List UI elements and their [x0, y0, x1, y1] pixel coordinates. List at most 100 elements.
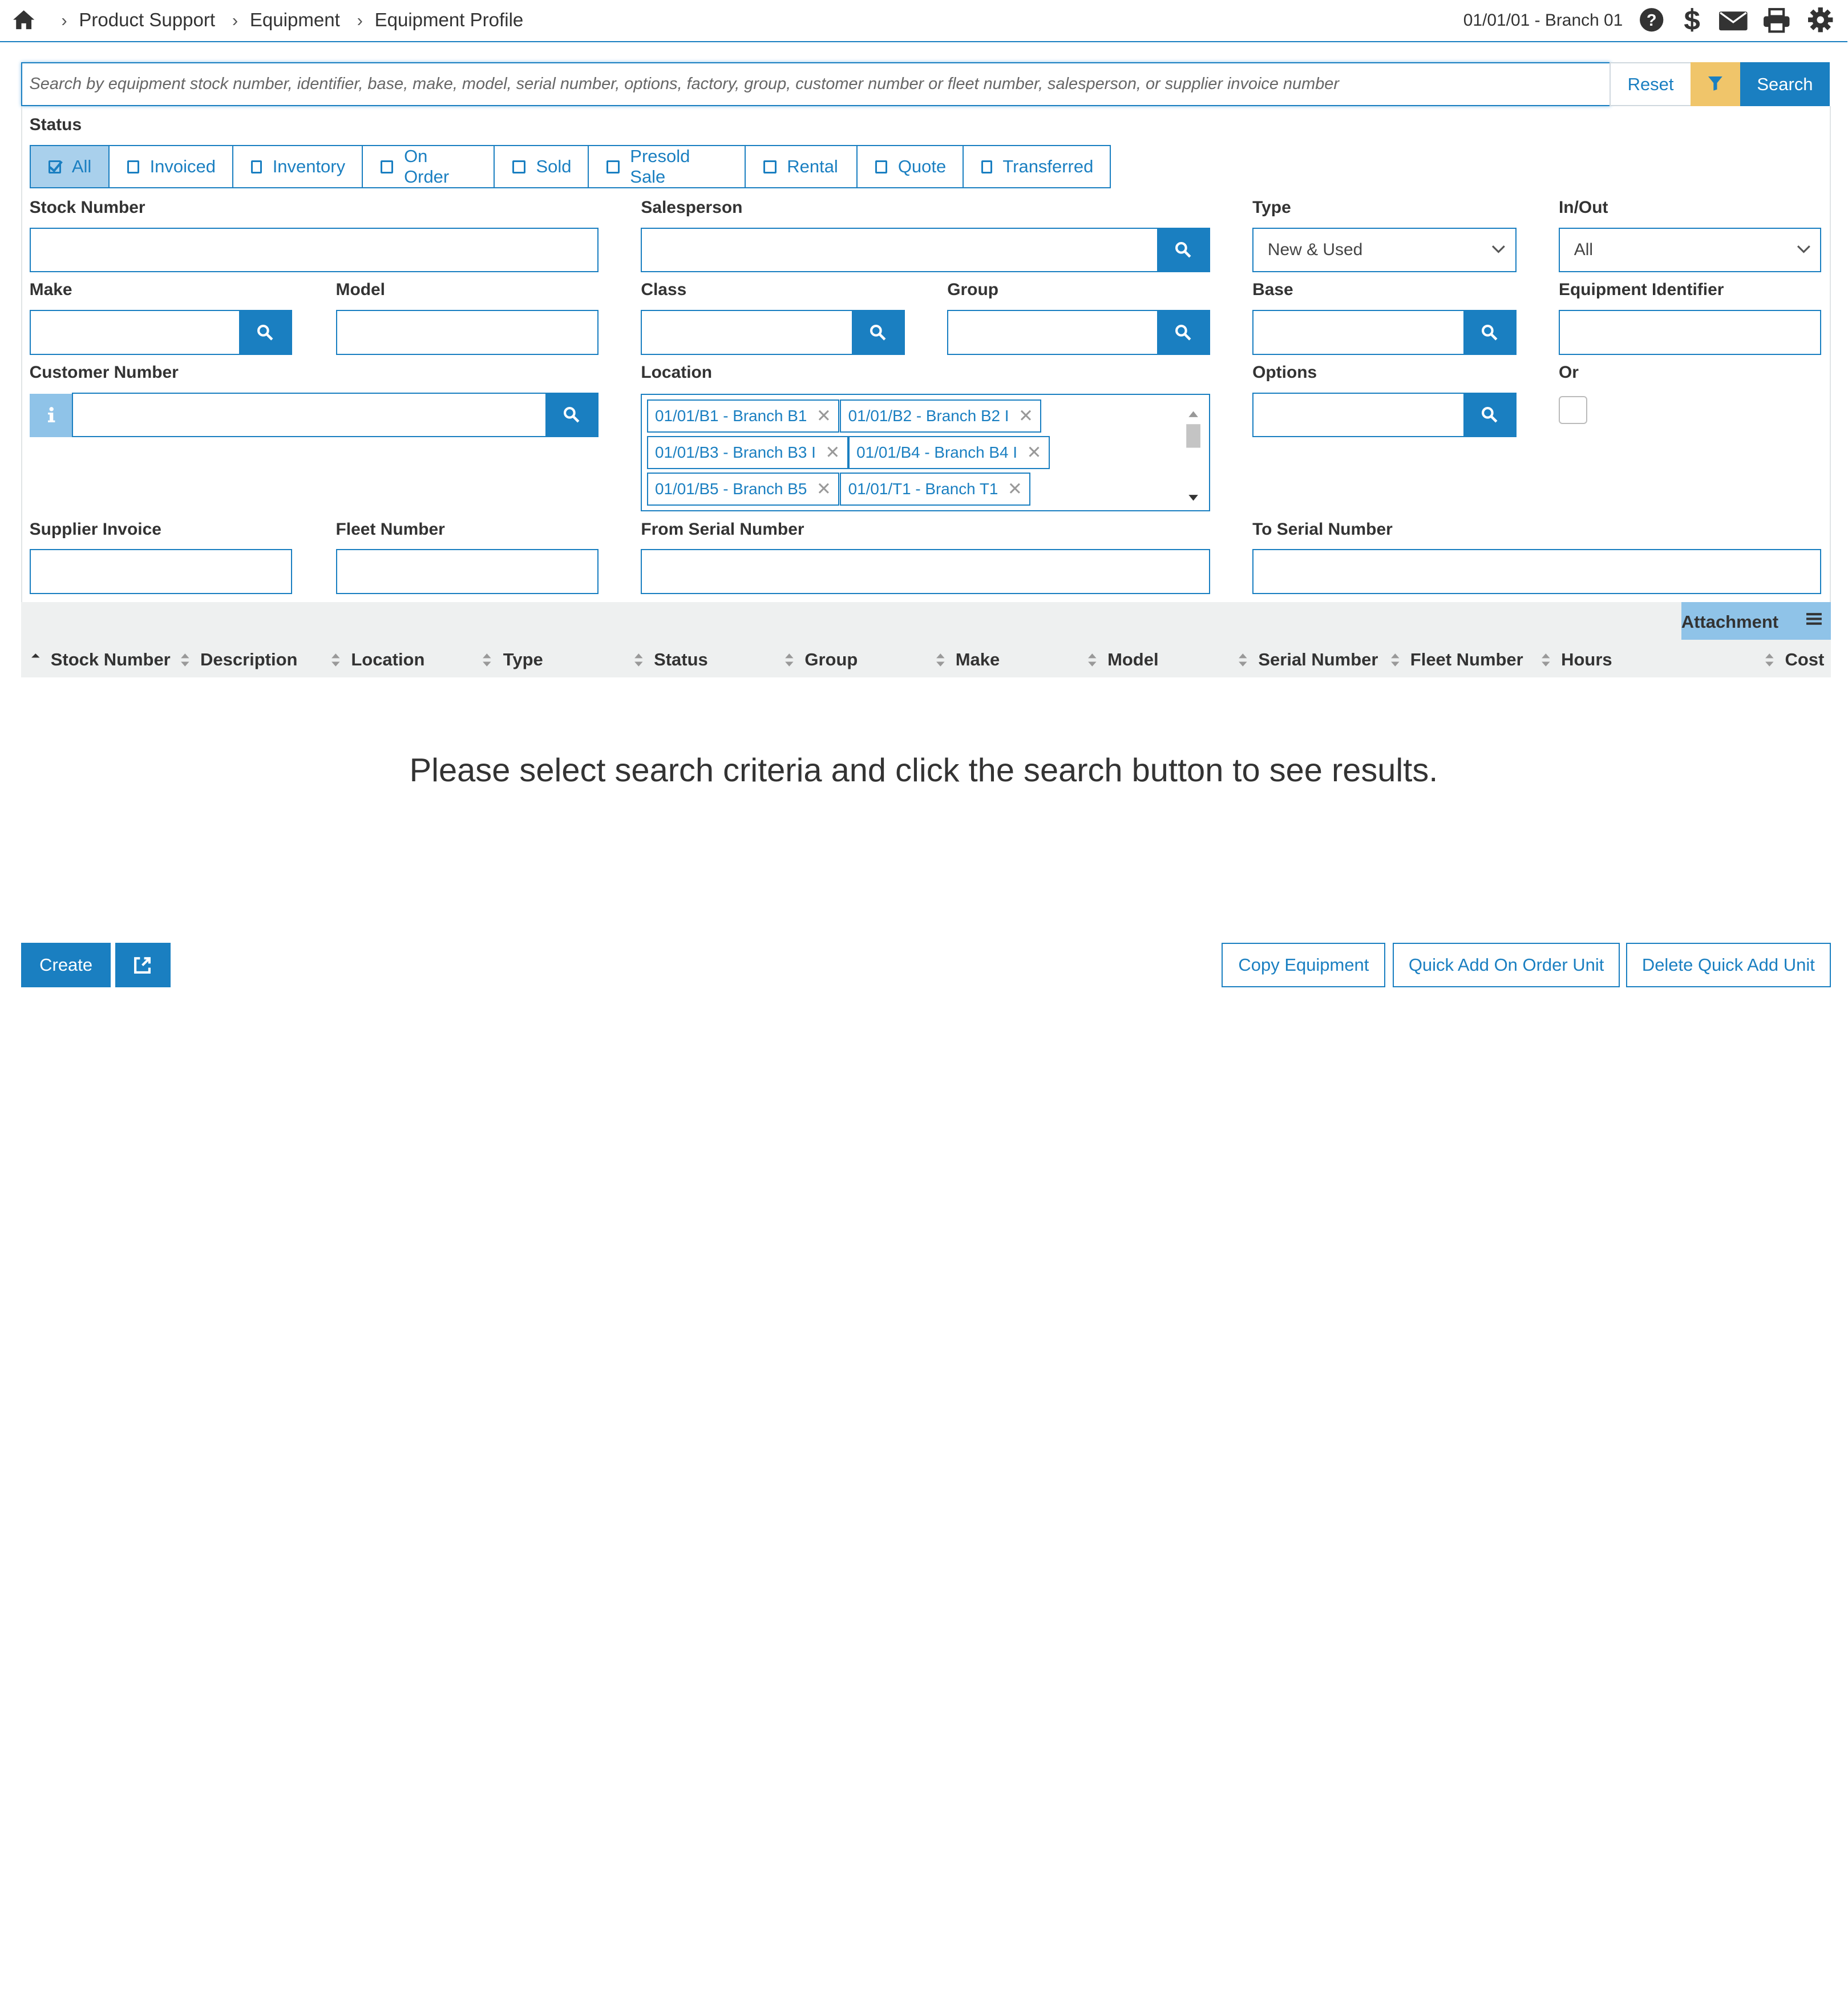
menu-icon[interactable]: [1806, 611, 1823, 627]
salesperson-input[interactable]: [641, 227, 1159, 272]
home-icon[interactable]: [12, 8, 35, 31]
empty-results-message: Please select search criteria and click …: [409, 752, 1438, 789]
column-header-make[interactable]: Make: [956, 649, 1000, 670]
status-option-all[interactable]: All: [29, 144, 110, 189]
status-option-sold[interactable]: Sold: [494, 144, 589, 189]
status-option-rental[interactable]: Rental: [745, 144, 858, 189]
chevron-down-icon: [1492, 245, 1506, 254]
status-option-on-order[interactable]: On Order: [361, 144, 495, 189]
customer-lookup-button[interactable]: [545, 392, 599, 438]
column-header-description[interactable]: Description: [200, 649, 297, 670]
fleet-number-input[interactable]: [335, 549, 599, 594]
status-option-invoiced[interactable]: Invoiced: [108, 144, 233, 189]
info-icon: [47, 406, 55, 422]
status-option-presold-sale[interactable]: Presold Sale: [588, 144, 746, 189]
type-select[interactable]: New & Used: [1252, 227, 1517, 272]
from-serial-number-input[interactable]: [641, 549, 1210, 594]
model-label: Model: [335, 280, 385, 300]
breadcrumb-product-support[interactable]: Product Support: [79, 10, 215, 31]
customer-number-input[interactable]: [71, 392, 548, 438]
sort-icon[interactable]: [1764, 652, 1776, 668]
column-header-stock-number[interactable]: Stock Number: [51, 649, 171, 670]
make-lookup-button[interactable]: [239, 310, 293, 355]
dollar-icon[interactable]: S: [1679, 7, 1705, 33]
breadcrumb: › Product Support › Equipment › Equipment P…: [61, 10, 535, 31]
attachment-tab[interactable]: Attachment: [1681, 602, 1831, 640]
column-header-group[interactable]: Group: [804, 649, 858, 670]
chevron-right-icon: ›: [61, 10, 67, 30]
breadcrumb-equipment[interactable]: Equipment: [250, 10, 340, 31]
search-icon: [1175, 324, 1191, 341]
status-option-quote[interactable]: Quote: [856, 144, 964, 189]
chevron-down-icon: [1797, 245, 1810, 254]
close-icon[interactable]: ✕: [1026, 442, 1041, 463]
quick-add-on-order-unit-button[interactable]: Quick Add On Order Unit: [1392, 943, 1620, 988]
or-label: Or: [1558, 363, 1579, 382]
column-header-fleet-number[interactable]: Fleet Number: [1410, 649, 1523, 670]
help-icon[interactable]: ?: [1639, 7, 1664, 33]
equipment-identifier-input[interactable]: [1558, 310, 1822, 355]
branch-selector[interactable]: 01/01/01 - Branch 01: [1463, 11, 1623, 30]
sort-icon[interactable]: [179, 652, 191, 668]
equipment-search-input[interactable]: [21, 62, 1611, 106]
stock-number-input[interactable]: [29, 227, 599, 272]
group-input[interactable]: [947, 310, 1159, 355]
salesperson-lookup-button[interactable]: [1156, 227, 1210, 272]
column-header-serial-number[interactable]: Serial Number: [1258, 649, 1378, 670]
class-lookup-button[interactable]: [851, 310, 905, 355]
delete-quick-add-unit-button[interactable]: Delete Quick Add Unit: [1625, 943, 1831, 988]
close-icon[interactable]: ✕: [1018, 406, 1033, 426]
sort-icon[interactable]: [1237, 652, 1249, 668]
chevron-right-icon: ›: [232, 10, 238, 30]
search-icon: [870, 324, 886, 341]
equipment-identifier-label: Equipment Identifier: [1558, 280, 1724, 300]
print-icon[interactable]: [1762, 7, 1791, 33]
column-header-status[interactable]: Status: [654, 649, 708, 670]
close-icon[interactable]: ✕: [825, 442, 840, 463]
sort-ascending-icon[interactable]: [30, 652, 42, 668]
close-icon[interactable]: ✕: [816, 479, 831, 499]
class-input[interactable]: [641, 310, 855, 355]
checkbox-icon: [875, 160, 888, 173]
group-lookup-button[interactable]: [1156, 310, 1210, 355]
status-option-transferred[interactable]: Transferred: [963, 144, 1111, 189]
create-button[interactable]: Create: [21, 943, 111, 988]
column-header-model[interactable]: Model: [1107, 649, 1158, 670]
base-input[interactable]: [1252, 310, 1466, 355]
sort-icon[interactable]: [1540, 652, 1552, 668]
sort-icon[interactable]: [330, 652, 342, 668]
column-header-hours[interactable]: Hours: [1561, 649, 1612, 670]
reset-button[interactable]: Reset: [1609, 62, 1692, 106]
sort-icon[interactable]: [783, 652, 795, 668]
open-new-window-button[interactable]: [115, 943, 171, 988]
options-input[interactable]: [1252, 392, 1466, 438]
sort-icon[interactable]: [633, 652, 645, 668]
sort-icon[interactable]: [935, 652, 947, 668]
column-header-type[interactable]: Type: [503, 649, 543, 670]
to-serial-number-input[interactable]: [1252, 549, 1822, 594]
or-checkbox[interactable]: [1558, 395, 1587, 425]
filter-toggle-button[interactable]: [1691, 62, 1740, 106]
copy-equipment-button[interactable]: Copy Equipment: [1222, 943, 1386, 988]
sort-icon[interactable]: [1086, 652, 1098, 668]
sort-icon[interactable]: [481, 652, 493, 668]
model-input[interactable]: [335, 310, 599, 355]
column-header-cost[interactable]: Cost: [1785, 649, 1824, 670]
close-icon[interactable]: ✕: [1008, 479, 1022, 499]
column-header-location[interactable]: Location: [351, 649, 424, 670]
supplier-invoice-input[interactable]: [29, 549, 293, 594]
options-lookup-button[interactable]: [1463, 392, 1517, 438]
sort-icon[interactable]: [1389, 652, 1401, 668]
checkbox-icon: [512, 160, 525, 173]
in-out-select[interactable]: All: [1558, 227, 1822, 272]
status-option-inventory[interactable]: Inventory: [232, 144, 363, 189]
customer-info-addon[interactable]: [29, 393, 74, 438]
location-scrollbar[interactable]: [1183, 402, 1204, 506]
close-icon[interactable]: ✕: [816, 406, 831, 426]
settings-gear-icon[interactable]: [1807, 7, 1833, 33]
location-multiselect[interactable]: 01/01/B1 - Branch B1 ✕ 01/01/B2 - Branch …: [641, 393, 1210, 512]
base-lookup-button[interactable]: [1463, 310, 1517, 355]
search-button[interactable]: Search: [1740, 62, 1830, 106]
mail-icon[interactable]: [1718, 7, 1749, 33]
make-input[interactable]: [29, 310, 242, 355]
